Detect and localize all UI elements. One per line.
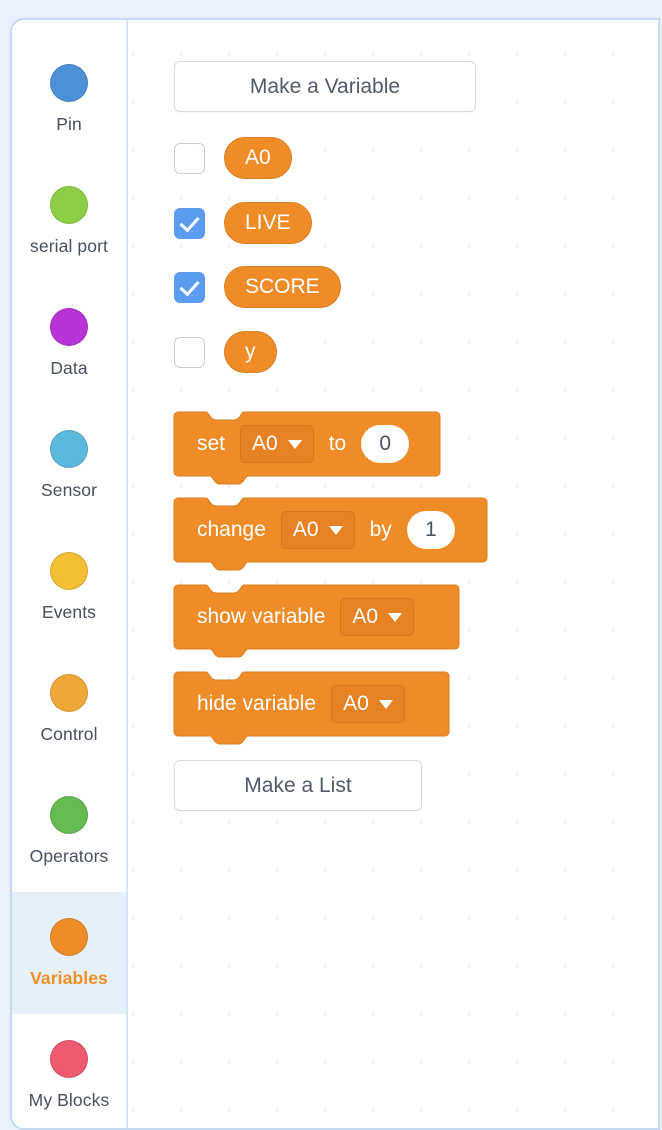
chevron-down-icon [287,439,302,449]
dropdown-value: A0 [292,518,319,541]
variable-row-a0: A0 [174,137,292,179]
variable-visibility-checkbox[interactable] [174,271,205,303]
variable-reporter-block[interactable]: SCORE [224,266,341,308]
sidebar-item-label: Data [50,357,88,378]
sidebar-item-label: Variables [30,967,108,988]
sidebar-item-events[interactable]: Events [12,526,126,648]
dropdown-value: A0 [252,432,278,455]
sidebar-item-label: Control [40,723,98,744]
category-dot-icon [50,307,88,346]
block-palette[interactable]: Make a Variable A0 LIVE SCORE y set A0 t… [130,20,658,1128]
change-variable-block[interactable]: change A0 by 1 [173,497,488,571]
sidebar-item-label: serial port [30,235,108,256]
dropdown-value: A0 [343,692,369,715]
variable-dropdown[interactable]: A0 [240,425,314,463]
hide-variable-block[interactable]: hide variable A0 [173,671,450,745]
variable-row-y: y [174,331,277,373]
set-variable-block[interactable]: set A0 to 0 [173,411,441,485]
sidebar-item-label: Pin [56,113,82,134]
variable-visibility-checkbox[interactable] [174,207,205,239]
chevron-down-icon [328,525,343,535]
variable-row-live: LIVE [174,202,312,244]
variable-reporter-block[interactable]: LIVE [224,202,312,244]
variable-reporter-block[interactable]: A0 [224,137,292,179]
sidebar-item-pin[interactable]: Pin [12,38,126,160]
sidebar-item-variables[interactable]: Variables [12,892,126,1014]
dropdown-value: A0 [352,605,379,628]
category-dot-icon [50,795,88,834]
variable-reporter-block[interactable]: y [224,331,277,373]
category-dot-icon [50,1039,88,1078]
blocks-workspace: Pin serial port Data Sensor Events Contr… [10,18,660,1130]
category-dot-icon [50,673,88,712]
variable-visibility-checkbox[interactable] [174,336,205,368]
sidebar-item-my-blocks[interactable]: My Blocks [12,1014,126,1128]
sidebar-item-label: Operators [29,845,109,866]
value-input[interactable]: 1 [406,511,455,549]
category-dot-icon [50,63,88,102]
variable-dropdown[interactable]: A0 [340,598,415,636]
variable-dropdown[interactable]: A0 [280,511,355,549]
sidebar-item-label: My Blocks [28,1089,110,1110]
show-variable-block[interactable]: show variable A0 [173,584,460,658]
make-a-variable-button[interactable]: Make a Variable [174,61,476,112]
chevron-down-icon [388,612,403,622]
category-dot-icon [50,185,88,224]
block-shape [173,671,450,745]
category-dot-icon [50,551,88,590]
sidebar-item-label: Sensor [40,479,98,500]
block-shape [173,584,460,658]
variable-visibility-checkbox[interactable] [174,142,205,174]
sidebar-item-operators[interactable]: Operators [12,770,126,892]
category-dot-icon [50,429,88,468]
sidebar-item-control[interactable]: Control [12,648,126,770]
value-input[interactable]: 0 [361,425,410,463]
sidebar-item-data[interactable]: Data [12,282,126,404]
category-dot-icon [50,917,88,956]
make-a-list-button[interactable]: Make a List [174,760,422,811]
category-sidebar: Pin serial port Data Sensor Events Contr… [12,20,128,1128]
variable-dropdown[interactable]: A0 [331,685,405,723]
variable-row-score: SCORE [174,266,341,308]
chevron-down-icon [378,699,393,709]
sidebar-item-serial-port[interactable]: serial port [12,160,126,282]
sidebar-item-label: Events [41,601,97,622]
sidebar-item-sensor[interactable]: Sensor [12,404,126,526]
